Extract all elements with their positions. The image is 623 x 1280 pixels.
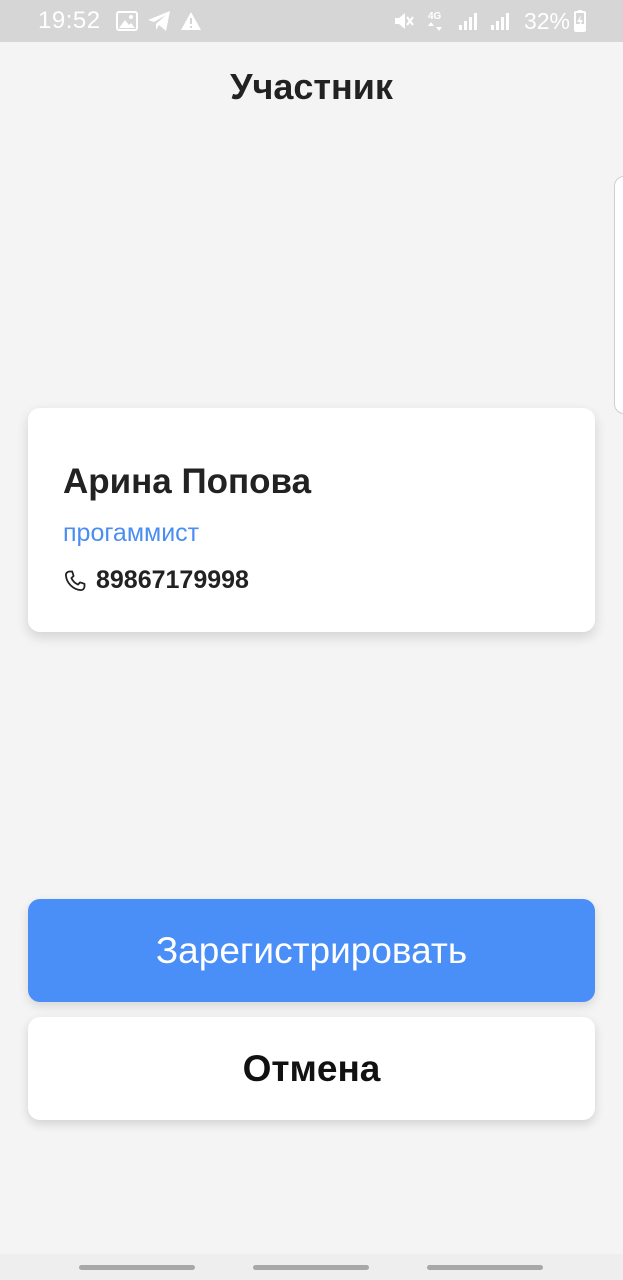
warning-icon [179, 9, 203, 33]
participant-role: прогаммист [63, 519, 200, 547]
battery-percentage: 32% [523, 7, 570, 34]
signal-icon [488, 9, 512, 33]
battery-charging-icon [573, 9, 587, 33]
participant-phone: 89867179998 [96, 566, 249, 594]
participant-name: Арина Попова [63, 462, 312, 501]
phone-icon [63, 569, 87, 593]
participant-card: Арина Попова прогаммист 89867179998 [28, 408, 595, 632]
mute-icon [392, 9, 416, 33]
signal-icon [456, 9, 480, 33]
phone-row: 89867179998 [63, 566, 249, 595]
nav-recents-button[interactable] [79, 1265, 195, 1270]
edge-panel-handle[interactable] [614, 176, 623, 414]
status-bar-left: 19:52 [38, 7, 211, 35]
network-4g-icon: 4G [424, 9, 448, 33]
status-bar: 19:52 4G 32% [0, 0, 623, 42]
page-title: Участник [230, 66, 393, 107]
navigation-bar [0, 1254, 623, 1280]
nav-home-button[interactable] [253, 1265, 369, 1270]
image-icon [115, 9, 139, 33]
register-button[interactable]: Зарегистрировать [28, 899, 595, 1002]
nav-back-button[interactable] [427, 1265, 543, 1270]
status-bar-right: 4G 32% [392, 8, 587, 35]
status-time: 19:52 [38, 7, 101, 34]
telegram-icon [147, 9, 171, 33]
cancel-button[interactable]: Отмена [28, 1017, 595, 1120]
svg-text:4G: 4G [428, 11, 442, 22]
